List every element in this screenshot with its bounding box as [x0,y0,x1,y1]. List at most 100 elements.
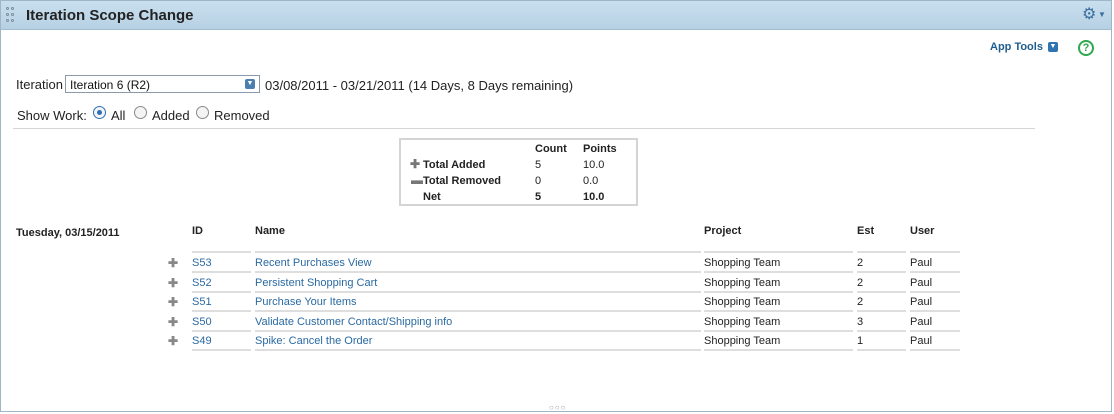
iteration-select-value: Iteration 6 (R2) [70,78,151,92]
summary-count-header: Count [535,143,567,155]
row-separator [910,290,960,293]
cell-est: 2 [857,296,864,308]
row-separator [857,290,906,293]
summary-removed-points: 0.0 [583,175,599,187]
row-separator [192,349,251,351]
summary-net-count: 5 [535,191,542,203]
row-separator [857,349,906,351]
row-separator [255,349,701,351]
radio-all[interactable] [93,106,106,119]
cell-id[interactable]: S52 [192,277,212,289]
minus-icon: ▬ [411,173,423,187]
column-header-user: User [910,225,935,237]
header-separator [192,251,251,253]
radio-added[interactable] [134,106,147,119]
day-date: Tuesday, 03/15/2011 [16,227,120,239]
cell-name[interactable]: Validate Customer Contact/Shipping info [255,316,452,328]
cell-name[interactable]: Persistent Shopping Cart [255,277,377,289]
summary-removed-label: Total Removed [423,175,502,187]
cell-user: Paul [910,296,933,308]
column-header-project: Project [704,225,742,237]
cell-project: Shopping Team [704,296,781,308]
plus-icon: ✚ [168,314,179,329]
plus-icon: ✚ [168,256,179,270]
cell-est: 2 [857,276,864,289]
cell-project: Shopping Team [704,276,781,289]
summary-table: Count Points ✚ Total Added 5 10.0 ▬ Tota… [399,138,638,206]
radio-all-label[interactable]: All [111,108,125,123]
row-separator [255,329,701,332]
cell-id[interactable]: S49 [192,335,212,347]
cell-name[interactable]: Recent Purchases View [255,257,372,269]
column-header-name: Name [255,225,285,237]
cell-project: Shopping Team [704,257,781,269]
row-separator [192,310,251,312]
cell-name[interactable]: Purchase Your Items [255,296,357,308]
cell-id[interactable]: S53 [192,257,212,269]
chevron-down-icon[interactable]: ▼ [1048,42,1058,52]
cell-id[interactable]: S50 [192,316,212,328]
cell-est: 2 [857,257,864,269]
iteration-label: Iteration [16,77,63,92]
radio-added-label[interactable]: Added [152,108,190,123]
row-separator [910,329,960,332]
row-separator [192,271,251,273]
row-separator [910,310,960,312]
header-separator [255,251,701,253]
radio-removed-label[interactable]: Removed [214,108,270,123]
app-panel: Iteration Scope Change ⚙ ▼ App Tools ▼ ?… [0,0,1112,412]
app-tools-menu[interactable]: App Tools [990,41,1043,53]
column-header-est: Est [857,225,875,237]
summary-added-points: 10.0 [583,159,605,171]
row-separator [910,271,960,273]
cell-id[interactable]: S51 [192,296,212,308]
row-separator [704,329,853,332]
row-separator [255,290,701,293]
header-separator [857,251,906,253]
drag-handle-icon[interactable] [6,7,16,25]
iteration-dates: 03/08/2011 - 03/21/2011 (14 Days, 8 Days… [265,78,574,93]
summary-removed-count: 0 [535,175,542,187]
plus-icon: ✚ [410,157,421,171]
row-separator [857,271,906,273]
summary-net-points: 10.0 [583,191,605,203]
header-separator [910,251,960,253]
summary-net-label: Net [423,191,441,203]
summary-points-header: Points [583,143,617,155]
cell-user: Paul [910,315,933,328]
summary-added-label: Total Added [423,159,486,171]
row-separator [704,271,853,273]
cell-user: Paul [910,257,933,269]
row-separator [857,310,906,312]
help-icon[interactable]: ? [1078,40,1094,56]
radio-removed[interactable] [196,106,209,119]
header-separator [704,251,853,253]
plus-icon: ✚ [168,295,179,309]
cell-est: 3 [857,315,864,328]
plus-icon: ✚ [168,334,179,348]
resize-handle-icon[interactable]: ○○○ [549,403,567,412]
gear-icon[interactable]: ⚙ [1082,7,1096,23]
row-separator [704,290,853,293]
row-separator [704,310,853,312]
show-work-label: Show Work: [17,108,87,123]
cell-project: Shopping Team [704,335,781,347]
cell-name[interactable]: Spike: Cancel the Order [255,335,372,347]
chevron-down-icon[interactable]: ▼ [1098,10,1106,19]
column-header-id: ID [192,225,203,237]
row-separator [192,290,251,293]
cell-project: Shopping Team [704,315,781,328]
row-separator [192,329,251,332]
cell-user: Paul [910,276,933,289]
app-title: Iteration Scope Change [26,7,194,24]
divider [13,128,1035,129]
row-separator [857,329,906,332]
iteration-select[interactable]: Iteration 6 (R2) ▼ [65,75,260,93]
row-separator [704,349,853,351]
summary-added-count: 5 [535,159,542,171]
plus-icon: ✚ [168,275,179,290]
row-separator [255,271,701,273]
cell-user: Paul [910,335,933,347]
title-bar: Iteration Scope Change ⚙ ▼ [1,1,1111,30]
chevron-down-icon[interactable]: ▼ [245,79,255,89]
